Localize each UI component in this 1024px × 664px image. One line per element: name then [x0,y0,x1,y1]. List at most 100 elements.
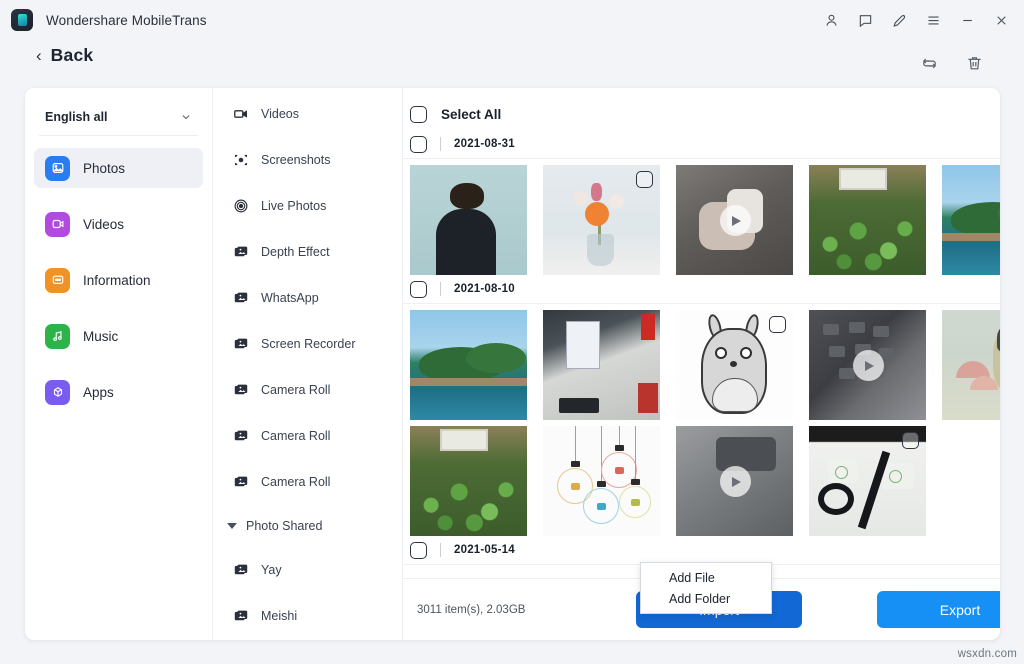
date-label: 2021-05-14 [454,544,515,556]
photo-portrait[interactable] [410,165,527,275]
video-grey[interactable] [676,426,793,536]
sidebar-item-information[interactable]: Information [34,260,203,300]
photo-beach-2[interactable] [410,310,527,420]
gallery-scroll[interactable]: Select All 2021-08-315 2021-08-109 2021-05… [403,88,1000,578]
select-all-checkbox[interactable] [410,106,427,123]
video-camera-icon [232,106,249,123]
header-tools [920,54,984,73]
thumbnail-row [403,420,1000,536]
import-context-menu[interactable]: Add FileAdd Folder [640,562,772,614]
sidebar-item-photos[interactable]: Photos [34,148,203,188]
album-icon [232,244,249,261]
album-item-videos[interactable]: Videos [213,99,402,129]
language-select-value: English all [45,110,108,124]
gallery-panel: Select All 2021-08-315 2021-08-109 2021-05… [403,88,1000,640]
language-select[interactable]: English all [39,104,198,136]
edit-pen-icon[interactable] [882,4,916,36]
context-menu-item-add-folder[interactable]: Add Folder [641,588,771,609]
date-group-header[interactable]: 2021-08-109 [403,275,1000,304]
date-group-header[interactable]: 2021-08-315 [403,130,1000,159]
main-panel: English all Photos Videos Information Music… [25,88,1000,640]
album-item-depth-effect[interactable]: Depth Effect [213,237,402,267]
sub-header: ‹ Back [0,40,1024,88]
date-groups: 2021-08-315 2021-08-109 2021-05-143 [403,130,1000,565]
album-item-yay[interactable]: Yay [213,555,402,585]
menu-icon[interactable] [916,4,950,36]
album-item-label: Live Photos [261,199,326,213]
information-icon [45,268,70,293]
sidebar-item-music[interactable]: Music [34,316,203,356]
sidebar-item-apps[interactable]: Apps [34,372,203,412]
mobiletrans-logo-icon [11,9,33,31]
sync-icon[interactable] [920,54,939,73]
video-keyboard[interactable] [809,310,926,420]
photo-beach[interactable] [942,165,1000,275]
date-separator [440,543,441,557]
album-item-label: Meishi [261,609,297,623]
photo-plants-2[interactable] [410,426,527,536]
thumbnail-row [403,304,1000,420]
category-sidebar: English all Photos Videos Information Music… [25,88,213,640]
photo-flowers[interactable] [543,165,660,275]
select-all-row[interactable]: Select All [403,98,1000,130]
album-icon [232,428,249,445]
date-group-checkbox[interactable] [410,136,427,153]
album-item-camera-roll[interactable]: Camera Roll [213,375,402,405]
date-group-checkbox[interactable] [410,542,427,559]
thumbnail-image [809,165,926,275]
camera-icon [232,152,249,169]
play-icon[interactable] [720,205,751,236]
context-menu-item-add-file[interactable]: Add File [641,567,771,588]
photo-infographic[interactable] [543,426,660,536]
minimize-icon[interactable] [950,4,984,36]
album-item-camera-roll[interactable]: Camera Roll [213,421,402,451]
photo-cable[interactable] [809,426,926,536]
thumbnail-checkbox[interactable] [636,171,653,188]
album-group-photo-shared[interactable]: Photo Shared [213,513,402,539]
thumbnail-checkbox[interactable] [769,316,786,333]
apps-icon [45,380,70,405]
back-button[interactable]: ‹ Back [36,45,93,66]
album-item-label: Screen Recorder [261,337,356,351]
sidebar-item-label: Apps [83,385,114,400]
album-item-screen-recorder[interactable]: Screen Recorder [213,329,402,359]
album-item-whatsapp[interactable]: WhatsApp [213,283,402,313]
date-label: 2021-08-10 [454,283,515,295]
date-group-header[interactable]: 2021-05-143 [403,536,1000,565]
thumbnail-checkbox[interactable] [902,432,919,449]
account-icon[interactable] [814,4,848,36]
chevron-down-icon [180,111,192,123]
sidebar-item-label: Information [83,273,151,288]
watermark: wsxdn.com [958,648,1017,660]
album-item-camera-roll[interactable]: Camera Roll [213,467,402,497]
play-icon[interactable] [720,466,751,497]
album-item-label: Screenshots [261,153,330,167]
photo-totoro-line[interactable] [676,310,793,420]
photo-plants[interactable] [809,165,926,275]
back-label: Back [51,45,94,66]
close-icon[interactable] [984,4,1018,36]
album-icon [232,336,249,353]
album-group-label: Photo Shared [246,519,322,533]
date-label: 2021-08-31 [454,138,515,150]
title-bar: Wondershare MobileTrans [0,0,1024,40]
trash-icon[interactable] [965,54,984,73]
photo-office-desk[interactable] [543,310,660,420]
album-item-screenshots[interactable]: Screenshots [213,145,402,175]
play-icon[interactable] [853,350,884,381]
triangle-down-icon [227,523,237,529]
video-earbuds[interactable] [676,165,793,275]
thumbnail-image [942,165,1000,275]
album-item-live-photos[interactable]: Live Photos [213,191,402,221]
item-count-label: 3011 item(s), 2.03GB [417,604,525,616]
album-icon [232,608,249,625]
live-photo-icon [232,198,249,215]
album-item-meishi[interactable]: Meishi [213,601,402,631]
app-title: Wondershare MobileTrans [46,13,207,28]
photo-totoro-art[interactable] [942,310,1000,420]
feedback-icon[interactable] [848,4,882,36]
export-button[interactable]: Export [877,591,1000,628]
sidebar-item-videos[interactable]: Videos [34,204,203,244]
date-group-checkbox[interactable] [410,281,427,298]
album-item-label: Videos [261,107,299,121]
